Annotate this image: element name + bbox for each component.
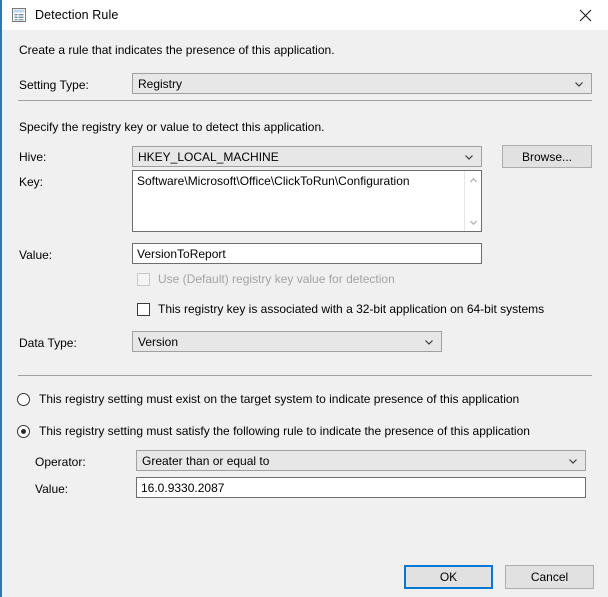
checkbox-box	[137, 272, 150, 286]
chevron-down-icon	[568, 456, 578, 466]
radio-must-exist[interactable]: This registry setting must exist on the …	[17, 392, 519, 406]
hive-value: HKEY_LOCAL_MACHINE	[138, 149, 279, 164]
registry-rule-icon	[11, 7, 27, 23]
close-button[interactable]	[562, 0, 608, 30]
operator-value: Greater than or equal to	[142, 453, 270, 468]
value-input-text: VersionToReport	[137, 246, 226, 261]
key-value: Software\Microsoft\Office\ClickToRun\Con…	[137, 174, 410, 188]
separator-top	[18, 100, 592, 101]
hive-label: Hive:	[19, 150, 47, 164]
radio-must-satisfy[interactable]: This registry setting must satisfy the f…	[17, 424, 530, 438]
value-label: Value:	[19, 248, 53, 262]
cancel-button[interactable]: Cancel	[505, 565, 594, 589]
chevron-down-icon	[574, 79, 584, 89]
intro-text: Create a rule that indicates the presenc…	[19, 43, 335, 57]
rule-value-label: Value:	[35, 482, 69, 496]
chevron-down-icon	[464, 152, 474, 162]
browse-button[interactable]: Browse...	[502, 145, 592, 168]
dialog-body: Create a rule that indicates the presenc…	[2, 30, 608, 595]
separator-bottom	[18, 375, 592, 376]
rule-value-input[interactable]: 16.0.9330.2087	[136, 477, 586, 498]
use-default-registry-checkbox: Use (Default) registry key value for det…	[137, 272, 395, 286]
rule-value-text: 16.0.9330.2087	[141, 480, 225, 495]
use-default-registry-label: Use (Default) registry key value for det…	[158, 272, 395, 286]
operator-dropdown[interactable]: Greater than or equal to	[136, 450, 586, 471]
key-scrollbar[interactable]	[464, 171, 481, 231]
radio-button[interactable]	[17, 424, 30, 438]
detection-rule-dialog: Detection Rule Create a rule that indica…	[0, 0, 608, 597]
title-bar: Detection Rule	[2, 0, 608, 30]
setting-type-value: Registry	[138, 76, 183, 91]
chevron-down-icon[interactable]	[465, 214, 481, 230]
radio-button[interactable]	[17, 392, 30, 406]
data-type-value: Version	[138, 334, 179, 349]
key-label: Key:	[19, 175, 44, 189]
registry-instruction-text: Specify the registry key or value to det…	[19, 120, 325, 134]
window-title: Detection Rule	[35, 8, 119, 22]
wow64-label: This registry key is associated with a 3…	[158, 302, 545, 316]
data-type-label: Data Type:	[19, 336, 77, 350]
chevron-down-icon	[424, 337, 434, 347]
setting-type-label: Setting Type:	[19, 78, 89, 92]
wow64-checkbox[interactable]: This registry key is associated with a 3…	[137, 302, 544, 316]
radio-must-exist-label: This registry setting must exist on the …	[39, 392, 520, 406]
setting-type-dropdown[interactable]: Registry	[132, 73, 592, 94]
operator-label: Operator:	[35, 455, 86, 469]
chevron-up-icon[interactable]	[465, 172, 481, 188]
hive-dropdown[interactable]: HKEY_LOCAL_MACHINE	[132, 146, 482, 167]
data-type-dropdown[interactable]: Version	[132, 331, 442, 352]
radio-must-satisfy-label: This registry setting must satisfy the f…	[39, 424, 530, 438]
checkbox-box[interactable]	[137, 302, 150, 316]
key-textarea[interactable]: Software\Microsoft\Office\ClickToRun\Con…	[132, 170, 482, 232]
ok-button[interactable]: OK	[404, 565, 493, 589]
value-input[interactable]: VersionToReport	[132, 243, 482, 264]
